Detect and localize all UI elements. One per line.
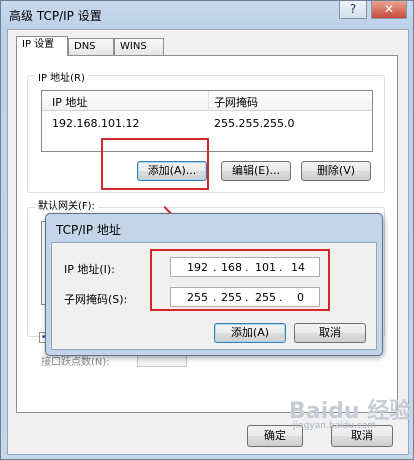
- ip-address-group-label: IP 地址(R): [35, 69, 88, 84]
- table-row[interactable]: 192.168.101.12 255.255.255.0: [42, 114, 372, 132]
- tcpip-address-dialog: TCP/IP 地址 IP 地址(I): 192 . 168 . 101 . 14…: [45, 213, 383, 356]
- delete-ip-button[interactable]: 删除(V): [301, 161, 371, 181]
- column-header-ip[interactable]: IP 地址: [52, 94, 87, 110]
- dialog-body: IP 地址(I): 192 . 168 . 101 . 14 子网掩码(S): …: [51, 242, 377, 350]
- help-button[interactable]: ?: [339, 1, 367, 19]
- tab-ip-settings[interactable]: IP 设置: [16, 36, 68, 56]
- column-divider[interactable]: [208, 91, 209, 111]
- column-header-mask[interactable]: 子网掩码: [214, 94, 258, 110]
- highlight-add-button: [101, 138, 209, 190]
- list-header: IP 地址 子网掩码: [42, 91, 372, 111]
- watermark-url: jingyan.baidu.com: [293, 421, 377, 431]
- mask-label: 子网掩码(S):: [64, 293, 128, 306]
- advanced-tcpip-window: 高级 TCP/IP 设置 ? ✕ IP 设置 DNS WINS IP 地址(R)…: [0, 0, 414, 460]
- ip-label: IP 地址(I):: [64, 263, 115, 276]
- dialog-add-button[interactable]: 添加(A): [214, 323, 286, 343]
- highlight-address-fields: [150, 249, 330, 311]
- tab-wins[interactable]: WINS: [114, 38, 164, 56]
- dialog-title: TCP/IP 地址: [56, 223, 121, 237]
- window-title: 高级 TCP/IP 设置: [9, 9, 102, 23]
- row-mask-value: 255.255.255.0: [214, 117, 295, 130]
- dialog-cancel-button[interactable]: 取消: [294, 323, 366, 343]
- edit-ip-button[interactable]: 编辑(E)...: [221, 161, 291, 181]
- gateway-group-label: 默认网关(F):: [35, 197, 98, 212]
- tab-dns[interactable]: DNS: [68, 38, 114, 56]
- row-ip-value: 192.168.101.12: [52, 117, 140, 130]
- close-button[interactable]: ✕: [371, 1, 407, 19]
